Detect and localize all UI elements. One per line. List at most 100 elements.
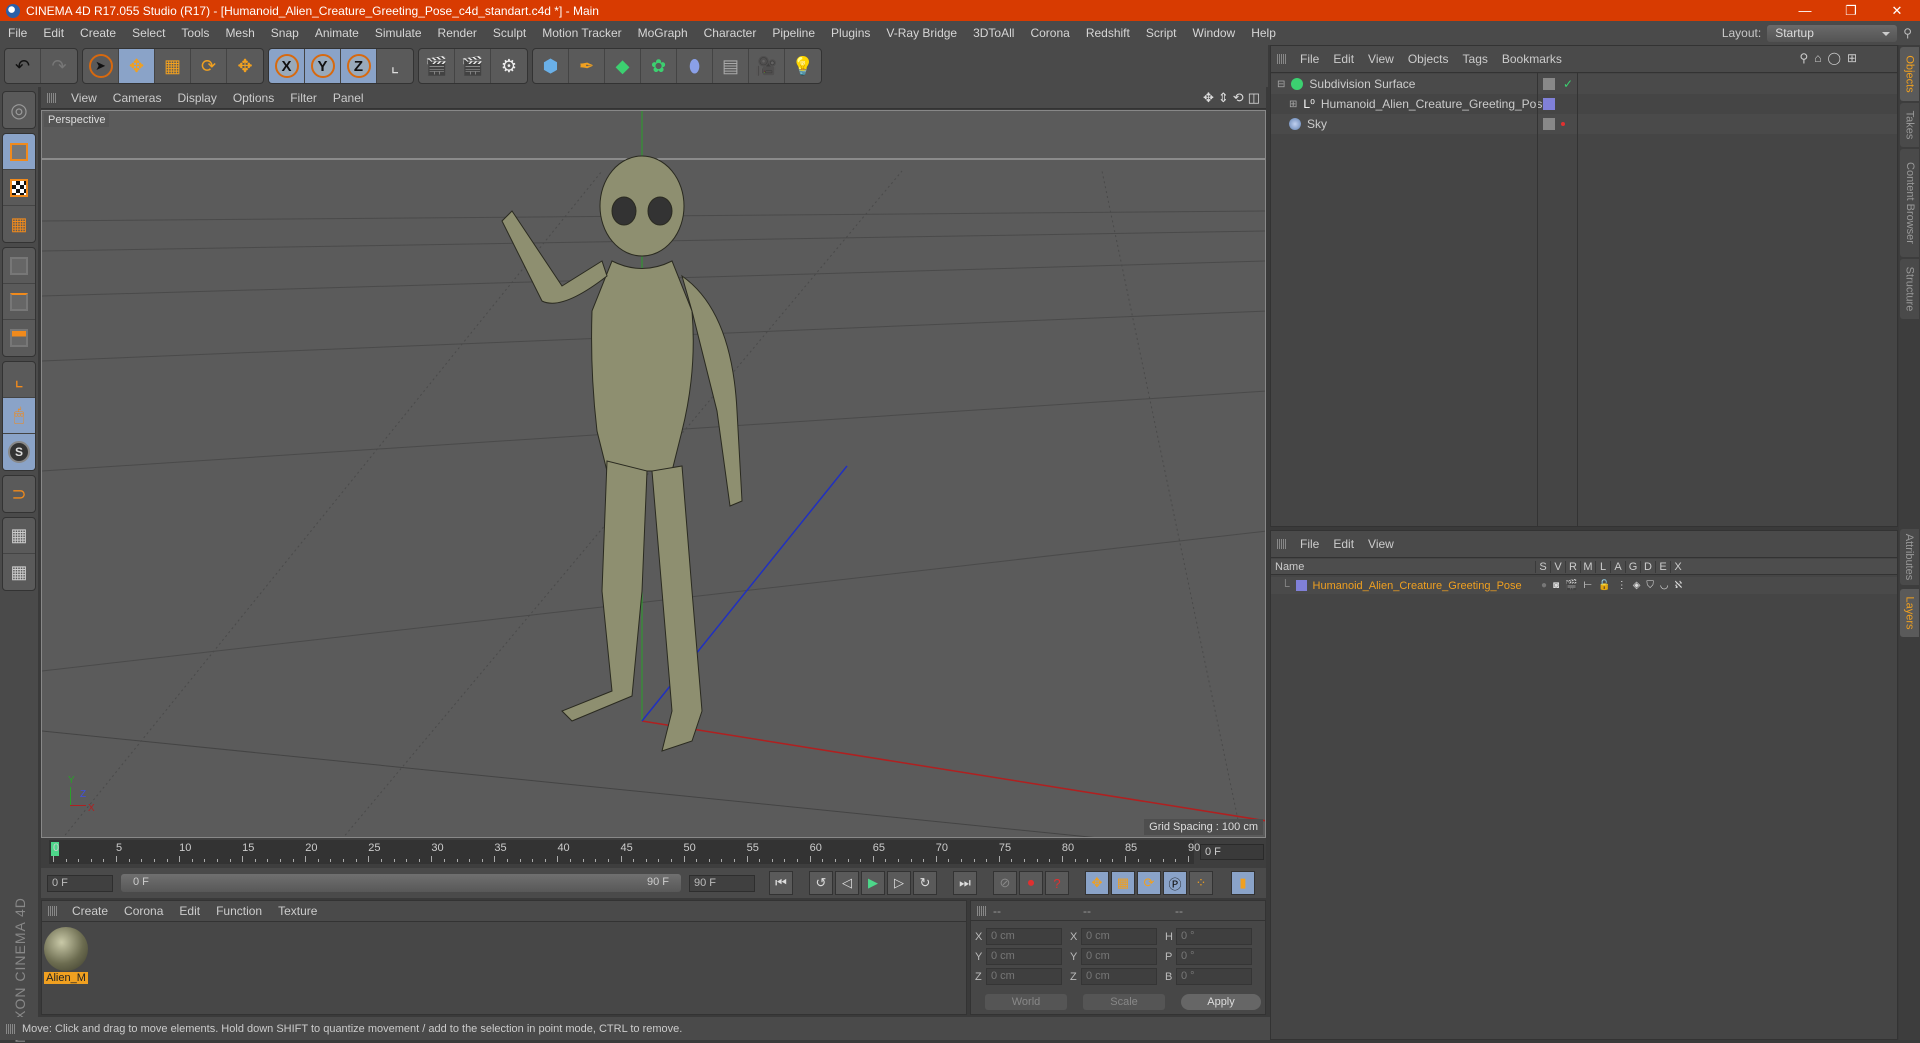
key-rotation-icon[interactable]: ⟳ <box>1137 871 1161 895</box>
viewport-menu-cameras[interactable]: Cameras <box>105 91 170 105</box>
menu-select[interactable]: Select <box>124 21 173 45</box>
magnet-icon[interactable]: ⊃ <box>3 476 35 512</box>
model-mode-icon[interactable] <box>3 134 35 170</box>
expand-icon[interactable]: ⊞ <box>1289 99 1297 110</box>
tab-structure[interactable]: Structure <box>1900 259 1919 319</box>
xref-icon[interactable]: ℵ <box>1675 580 1682 591</box>
dolly-icon[interactable]: ⇕ <box>1218 90 1229 106</box>
object-name[interactable]: Sky <box>1307 117 1327 131</box>
search-icon[interactable]: ⚲ <box>1903 26 1912 40</box>
start-frame-field[interactable]: 0 F <box>47 875 113 892</box>
go-to-end-icon[interactable]: ⏭ <box>953 871 977 895</box>
pen-spline-icon[interactable]: ✒ <box>569 49 605 83</box>
menu-corona[interactable]: Corona <box>1022 21 1077 45</box>
solo-icon[interactable]: ● <box>1541 580 1547 591</box>
menu-simulate[interactable]: Simulate <box>367 21 430 45</box>
menu-mograph[interactable]: MoGraph <box>630 21 696 45</box>
expressions-icon[interactable]: ◡ <box>1660 580 1669 591</box>
object-row-sky[interactable]: Sky <box>1271 114 1897 134</box>
render-picture-viewer-icon[interactable]: 🎬 <box>455 49 491 83</box>
key-pla-icon[interactable]: ⁘ <box>1189 871 1213 895</box>
orbit-icon[interactable]: ⟲ <box>1233 90 1244 106</box>
viewport-menu-options[interactable]: Options <box>225 91 282 105</box>
viewport-menu-display[interactable]: Display <box>169 91 224 105</box>
locked-workplane-icon[interactable]: ▦ <box>3 518 35 554</box>
object-menu-file[interactable]: File <box>1293 52 1326 66</box>
position-z-field[interactable]: 0 cm <box>986 968 1062 985</box>
layer-color-swatch[interactable] <box>1543 98 1555 110</box>
menu-motion-tracker[interactable]: Motion Tracker <box>534 21 629 45</box>
column-v[interactable]: V <box>1550 560 1565 573</box>
visibility-toggle[interactable] <box>1543 78 1555 90</box>
tab-attributes[interactable]: Attributes <box>1900 529 1919 585</box>
visible-editor-icon[interactable]: ◙ <box>1553 580 1559 591</box>
viewport-menu-panel[interactable]: Panel <box>325 91 372 105</box>
manager-icon[interactable]: ⊢ <box>1584 580 1593 591</box>
viewport-menu-filter[interactable]: Filter <box>282 91 325 105</box>
live-selection-icon[interactable]: ➤ <box>83 49 119 83</box>
lock-icon[interactable]: 🔓 <box>1598 580 1610 591</box>
axis-mode-icon[interactable]: ⌞ <box>3 362 35 398</box>
end-frame-field[interactable]: 90 F <box>689 875 755 892</box>
keyframe-selection-icon[interactable]: ? <box>1045 871 1069 895</box>
menu-snap[interactable]: Snap <box>263 21 307 45</box>
key-position-icon[interactable]: ✥ <box>1085 871 1109 895</box>
tab-content-browser[interactable]: Content Browser <box>1900 149 1919 257</box>
render-icon[interactable]: 🎬 <box>1565 580 1577 591</box>
minimize-button[interactable]: — <box>1782 0 1828 21</box>
menu-plugins[interactable]: Plugins <box>823 21 878 45</box>
enabled-check-icon[interactable]: ✓ <box>1563 77 1573 91</box>
undo-icon[interactable]: ↶ <box>5 49 41 83</box>
object-menu-tags[interactable]: Tags <box>1456 52 1495 66</box>
material-menu-texture[interactable]: Texture <box>270 904 325 918</box>
subdivision-surface-tool-icon[interactable]: ◆ <box>605 49 641 83</box>
column-g[interactable]: G <box>1625 560 1640 573</box>
size-mode-dropdown[interactable]: Scale <box>1083 994 1165 1010</box>
position-x-field[interactable]: 0 cm <box>986 928 1062 945</box>
menu-mesh[interactable]: Mesh <box>217 21 262 45</box>
material-menu-function[interactable]: Function <box>208 904 270 918</box>
material-swatch[interactable]: Alien_M <box>44 927 88 985</box>
column-d[interactable]: D <box>1640 560 1655 573</box>
layer-color-swatch[interactable] <box>1295 580 1307 591</box>
column-e[interactable]: E <box>1655 560 1670 573</box>
eye-icon[interactable]: ◯ <box>1828 51 1841 65</box>
layer-menu-edit[interactable]: Edit <box>1326 537 1361 551</box>
polygons-mode-icon[interactable] <box>3 320 35 356</box>
floor-icon[interactable]: ▤ <box>713 49 749 83</box>
collapse-icon[interactable]: ⊟ <box>1277 79 1285 90</box>
home-icon[interactable]: ⌂ <box>1814 51 1821 65</box>
material-menu-corona[interactable]: Corona <box>116 904 171 918</box>
column-l[interactable]: L <box>1595 560 1610 573</box>
rotation-b-field[interactable]: 0 ° <box>1176 968 1252 985</box>
tweak-mode-icon[interactable]: 🖱 <box>3 398 35 434</box>
play-icon[interactable]: ▶ <box>861 871 885 895</box>
menu-redshift[interactable]: Redshift <box>1078 21 1138 45</box>
record-keys-icon[interactable]: ⊘ <box>993 871 1017 895</box>
coordinate-mode-dropdown[interactable]: World <box>985 994 1067 1010</box>
animation-icon[interactable]: ⋮ <box>1617 580 1627 591</box>
menu-tools[interactable]: Tools <box>173 21 217 45</box>
layer-menu-view[interactable]: View <box>1361 537 1401 551</box>
close-button[interactable]: ✕ <box>1874 0 1920 21</box>
name-column-header[interactable]: Name <box>1271 561 1535 573</box>
viewport-camera-label[interactable]: Perspective <box>44 113 110 127</box>
tab-layers[interactable]: Layers <box>1900 589 1919 637</box>
material-menu-edit[interactable]: Edit <box>171 904 208 918</box>
rotation-h-field[interactable]: 0 ° <box>1176 928 1252 945</box>
render-settings-icon[interactable]: ⚙ <box>491 49 527 83</box>
move-tool-icon[interactable]: ✥ <box>119 49 155 83</box>
apply-button[interactable]: Apply <box>1181 994 1261 1010</box>
perspective-viewport[interactable]: Perspective Y Z X Grid Spacing : 100 cm <box>41 110 1266 838</box>
menu-edit[interactable]: Edit <box>35 21 72 45</box>
menu-character[interactable]: Character <box>696 21 765 45</box>
scale-tool-icon[interactable]: ▦ <box>155 49 191 83</box>
position-y-field[interactable]: 0 cm <box>986 948 1062 965</box>
menu-file[interactable]: File <box>0 21 35 45</box>
column-x[interactable]: X <box>1670 560 1685 573</box>
deformers-icon[interactable]: ⛉ <box>1646 580 1654 591</box>
next-key-icon[interactable]: ↻ <box>913 871 937 895</box>
search-icon[interactable]: ⚲ <box>1799 51 1808 65</box>
menu-3dtoall[interactable]: 3DToAll <box>965 21 1022 45</box>
light-icon[interactable]: 💡 <box>785 49 821 83</box>
